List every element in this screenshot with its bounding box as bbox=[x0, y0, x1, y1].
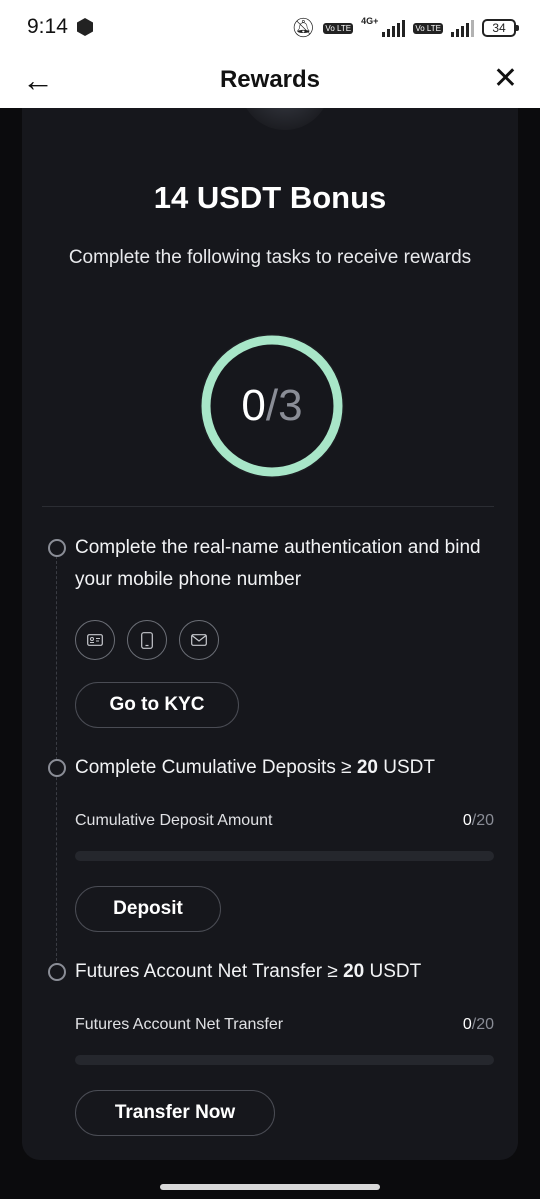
bonus-title: 14 USDT Bonus bbox=[153, 180, 387, 215]
task-3-title-amount: 20 bbox=[343, 961, 365, 982]
tasks-completed-count: 0 bbox=[241, 381, 266, 430]
go-to-kyc-button[interactable]: Go to KYC bbox=[75, 682, 239, 728]
task-3-status-dot bbox=[48, 963, 66, 981]
deposit-amount-label: Cumulative Deposit Amount bbox=[75, 812, 273, 829]
task-1-title: Complete the real-name authentication an… bbox=[75, 537, 481, 590]
divider bbox=[42, 506, 494, 507]
id-card-icon bbox=[75, 620, 115, 660]
task-2-title-prefix: Complete Cumulative Deposits ≥ bbox=[75, 757, 357, 778]
task-1-status-dot bbox=[48, 539, 66, 557]
transfer-max: 20 bbox=[476, 1016, 494, 1033]
deposit-current: 0 bbox=[462, 812, 472, 829]
tasks-total-count: 3 bbox=[278, 381, 303, 430]
progress-ring-text: 0/3 bbox=[198, 332, 346, 480]
volte-icon-2: Vo LTE bbox=[413, 22, 443, 34]
transfer-current: 0 bbox=[462, 1016, 472, 1033]
mail-icon bbox=[179, 620, 219, 660]
close-icon[interactable]: ✕ bbox=[493, 60, 518, 98]
task-3-title: Futures Account Net Transfer ≥ 20 USDT bbox=[75, 956, 505, 988]
task-2-status-dot bbox=[48, 759, 66, 777]
signal-icon bbox=[382, 19, 406, 37]
app-notification-icon bbox=[77, 18, 93, 36]
deposit-max: 20 bbox=[476, 812, 494, 829]
task-3-title-prefix: Futures Account Net Transfer ≥ bbox=[75, 961, 344, 982]
home-indicator[interactable] bbox=[160, 1184, 380, 1190]
reward-coin-icon bbox=[232, 108, 342, 138]
deposit-button[interactable]: Deposit bbox=[75, 886, 221, 932]
network-type-label: 4G+ bbox=[361, 16, 379, 26]
transfer-now-button[interactable]: Transfer Now bbox=[75, 1090, 275, 1136]
task-2-title: Complete Cumulative Deposits ≥ 20 USDT bbox=[75, 752, 505, 784]
status-bar: 9:14 🔕︎ Vo LTE 4G+ Vo LTE 34 bbox=[0, 0, 540, 54]
battery-icon: 34 bbox=[482, 19, 519, 37]
signal-icon-2 bbox=[451, 19, 474, 37]
futures-transfer-value: 0/20 bbox=[462, 1016, 494, 1033]
rewards-card: 14 USDT Bonus Complete the following tas… bbox=[22, 108, 518, 1160]
bonus-subtitle: Complete the following tasks to receive … bbox=[68, 247, 472, 268]
status-time: 9:14 bbox=[27, 15, 68, 38]
mute-icon: 🔕︎ bbox=[291, 18, 316, 39]
transfer-progress-bar bbox=[75, 1055, 494, 1065]
task-3-title-suffix: USDT bbox=[364, 961, 422, 982]
progress-slash: / bbox=[265, 381, 279, 430]
deposit-progress-bar bbox=[75, 851, 494, 861]
futures-transfer-label: Futures Account Net Transfer bbox=[75, 1016, 284, 1033]
task-2-title-amount: 20 bbox=[356, 757, 378, 778]
phone-icon bbox=[127, 620, 167, 660]
task-progress-ring: 0/3 bbox=[198, 332, 346, 480]
deposit-amount-value: 0/20 bbox=[462, 812, 494, 829]
status-icons: 🔕︎ Vo LTE 4G+ Vo LTE 34 bbox=[291, 16, 519, 40]
page-title: Rewards bbox=[219, 66, 321, 93]
task-2-title-suffix: USDT bbox=[377, 757, 435, 778]
volte-icon: Vo LTE bbox=[323, 22, 354, 34]
top-app-bar: ← Rewards ✕ bbox=[0, 54, 540, 108]
